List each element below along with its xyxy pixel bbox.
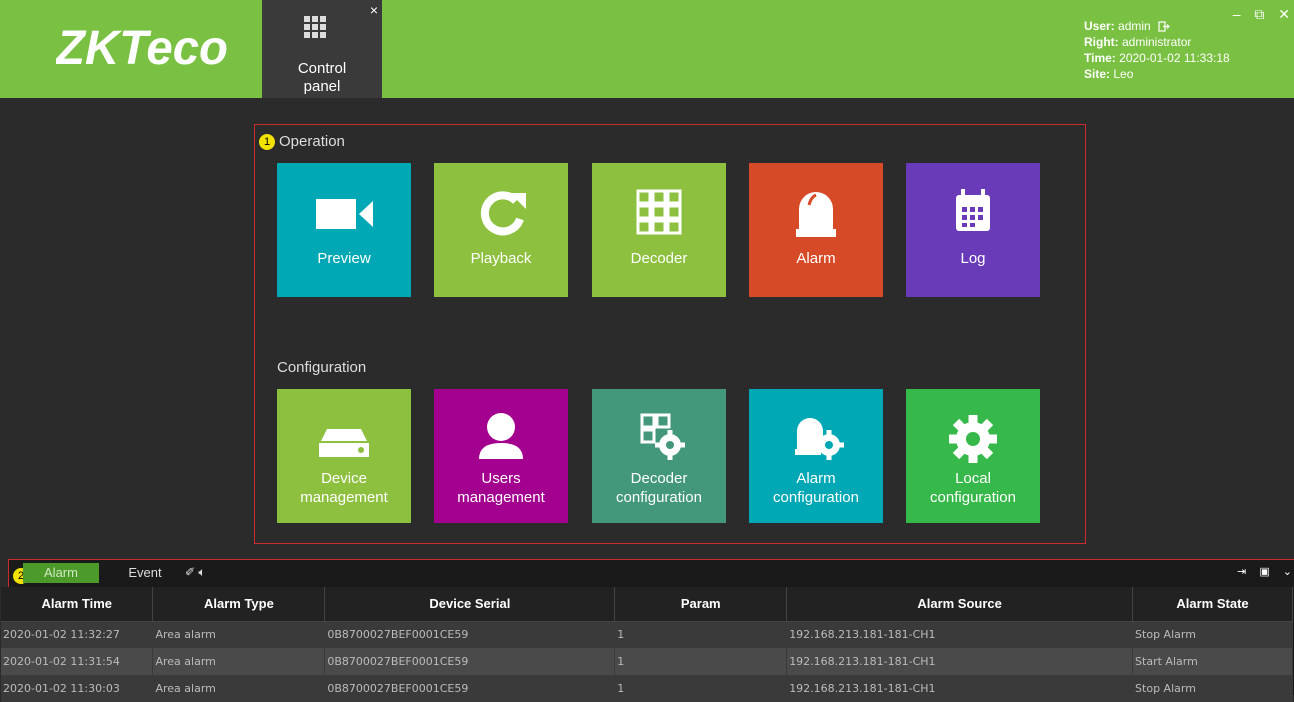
local-configuration-tile[interactable]: Local configuration	[906, 389, 1040, 523]
cell-alarm-time: 2020-01-02 11:31:54	[1, 648, 154, 675]
tab-control-panel-label: Control panel	[297, 60, 347, 95]
control-panel-area: 1 Operation Preview Playback Decoder Ala…	[254, 124, 1086, 544]
calendar-icon	[956, 189, 990, 231]
cell-alarm-type: Area alarm	[152, 648, 326, 675]
cell-param: 1	[614, 621, 788, 648]
restore-icon[interactable]: ⧉	[1254, 6, 1264, 22]
device-management-tile[interactable]: Device management	[277, 389, 411, 523]
table-row[interactable]: 2020-01-02 11:31:54 Area alarm 0B8700027…	[1, 648, 1293, 675]
pin-icon[interactable]: ⇥	[1237, 566, 1246, 578]
alarm-table: Alarm Time Alarm Type Device Serial Para…	[1, 587, 1293, 702]
decoder-configuration-tile[interactable]: Decoder configuration	[592, 389, 726, 523]
column-header-param[interactable]: Param	[614, 587, 788, 622]
tab-close-icon[interactable]: ×	[370, 2, 378, 18]
close-icon[interactable]: ✕	[1278, 6, 1290, 22]
column-header-device-serial[interactable]: Device Serial	[324, 587, 616, 622]
preview-tile[interactable]: Preview	[277, 163, 411, 297]
cell-alarm-source: 192.168.213.181-181-CH1	[786, 648, 1134, 675]
dock-window-controls: ⇥ ▣ ⌄	[1227, 565, 1292, 578]
sound-icon[interactable]: 🔈︎	[198, 565, 205, 579]
operation-section-title: 1 Operation	[259, 133, 345, 151]
tab-event[interactable]: Event	[115, 563, 175, 583]
dock-toolbar: 2 Alarm Event ✐ 🔈︎ ⇥ ▣ ⌄	[9, 560, 1294, 586]
cell-alarm-time: 2020-01-02 11:30:03	[1, 675, 154, 702]
cell-alarm-source: 192.168.213.181-181-CH1	[786, 675, 1134, 702]
alarm-bell-icon	[796, 192, 836, 237]
clear-icon[interactable]: ✐	[185, 565, 195, 579]
alarm-configuration-tile[interactable]: Alarm configuration	[749, 389, 883, 523]
device-drive-icon	[319, 429, 369, 457]
cell-alarm-type: Area alarm	[152, 621, 326, 648]
cell-alarm-type: Area alarm	[152, 675, 326, 702]
collapse-icon[interactable]: ⌄	[1283, 566, 1292, 578]
log-tile[interactable]: Log	[906, 163, 1040, 297]
right-value: administrator	[1122, 35, 1192, 49]
alarm-tile[interactable]: Alarm	[749, 163, 883, 297]
alarm-event-dock: 2 Alarm Event ✐ 🔈︎ ⇥ ▣ ⌄ Alarm Time Alar…	[1, 559, 1294, 702]
cell-device-serial: 0B8700027BEF0001CE59	[324, 648, 616, 675]
site-value: Leo	[1113, 67, 1134, 81]
window-controls: – ⧉ ✕	[1223, 6, 1290, 23]
user-info: User: admin Right: administrator Time: 2…	[1084, 19, 1230, 81]
maximize-icon[interactable]: ▣	[1259, 566, 1269, 578]
cell-device-serial: 0B8700027BEF0001CE59	[324, 621, 616, 648]
grid-icon	[636, 189, 682, 235]
time-value: 2020-01-02 11:33:18	[1119, 51, 1230, 65]
user-value: admin	[1118, 19, 1151, 33]
control-panel-icon	[304, 16, 326, 38]
table-row[interactable]: 2020-01-02 11:32:27 Area alarm 0B8700027…	[1, 621, 1293, 648]
table-row[interactable]: 2020-01-02 11:30:03 Area alarm 0B8700027…	[1, 675, 1293, 702]
tab-control-panel[interactable]: × Control panel	[262, 0, 382, 98]
cell-device-serial: 0B8700027BEF0001CE59	[324, 675, 616, 702]
user-icon	[479, 413, 523, 459]
cell-param: 1	[614, 675, 788, 702]
playback-tile[interactable]: Playback	[434, 163, 568, 297]
cell-alarm-state: Stop Alarm	[1132, 675, 1293, 702]
cell-alarm-source: 192.168.213.181-181-CH1	[786, 621, 1134, 648]
cell-alarm-time: 2020-01-02 11:32:27	[1, 621, 154, 648]
video-camera-icon	[316, 199, 373, 229]
column-header-alarm-time[interactable]: Alarm Time	[1, 587, 154, 622]
refresh-icon	[480, 191, 526, 236]
configuration-section-title: Configuration	[277, 359, 367, 376]
column-header-alarm-type[interactable]: Alarm Type	[152, 587, 326, 622]
app-header: ZKTeco × Control panel User: admin Right…	[0, 0, 1294, 98]
cell-param: 1	[614, 648, 788, 675]
tab-alarm[interactable]: Alarm	[23, 563, 99, 583]
cell-alarm-state: Start Alarm	[1132, 648, 1293, 675]
dock-tools: ✐ 🔈︎	[185, 565, 206, 580]
grid-gear-icon	[640, 413, 685, 460]
column-header-alarm-state[interactable]: Alarm State	[1132, 587, 1293, 622]
minimize-icon[interactable]: –	[1233, 6, 1241, 22]
decoder-tile[interactable]: Decoder	[592, 163, 726, 297]
callout-badge-1: 1	[259, 134, 275, 151]
logout-icon[interactable]	[1158, 21, 1170, 32]
cell-alarm-state: Stop Alarm	[1132, 621, 1293, 648]
gear-icon	[949, 415, 997, 463]
zkteco-logo: ZKTeco	[56, 22, 228, 72]
svg-text:ZKTeco: ZKTeco	[56, 22, 228, 72]
column-header-alarm-source[interactable]: Alarm Source	[786, 587, 1134, 622]
alarm-gear-icon	[795, 418, 844, 460]
users-management-tile[interactable]: Users management	[434, 389, 568, 523]
